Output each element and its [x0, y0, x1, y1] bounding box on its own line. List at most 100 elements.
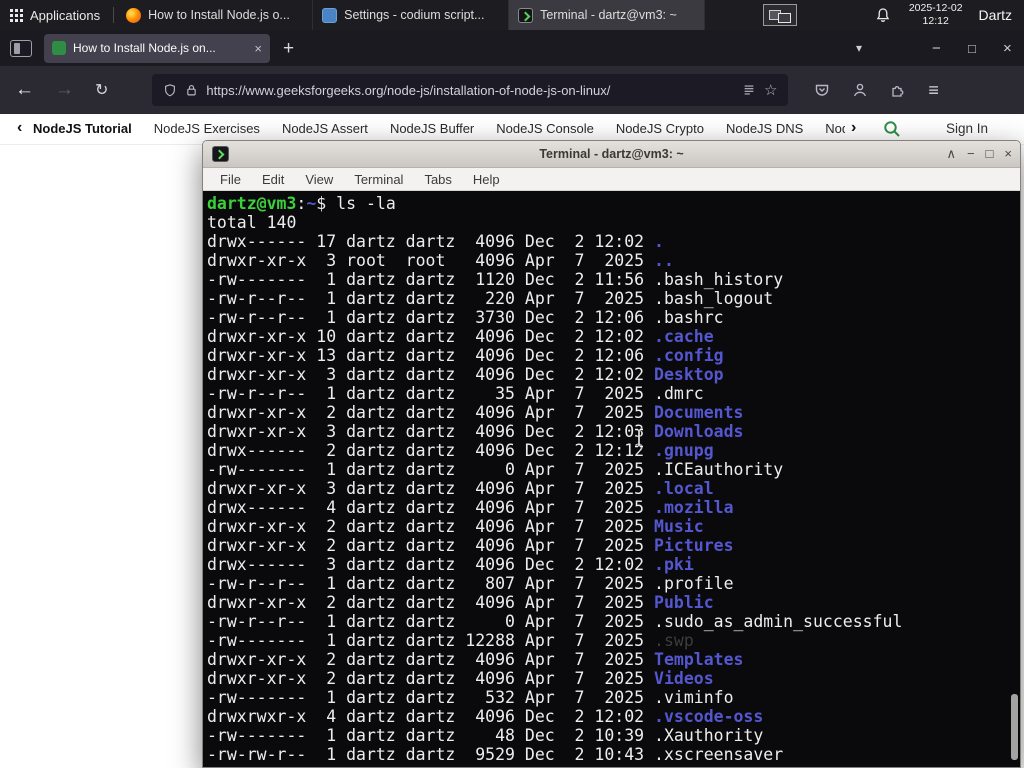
terminal-ls-line: -rw-r--r-- 1 dartz dartz 807 Apr 7 2025 … [207, 574, 734, 593]
terminal-ls-line: drwxr-xr-x 2 dartz dartz 4096 Apr 7 2025… [207, 536, 734, 555]
taskbar-button-settings[interactable]: Settings - codium script... [313, 0, 510, 30]
clock-date: 2025-12-02 [908, 1, 963, 14]
terminal-ls-line: -rw-r--r-- 1 dartz dartz 3730 Dec 2 12:0… [207, 308, 724, 327]
gfg-nav-link[interactable]: NodeJS Assert [282, 121, 368, 136]
sign-in-link[interactable]: Sign In [946, 121, 988, 136]
terminal-output: dartz@vm3:~$ ls -la total 140 drwx------ 1… [203, 191, 1020, 764]
terminal-total-line: total 140 [207, 213, 297, 232]
reload-button[interactable]: ↻ [95, 80, 108, 100]
terminal-ls-line: -rw-r--r-- 1 dartz dartz 220 Apr 7 2025 … [207, 289, 774, 308]
mouse-cursor [635, 428, 643, 448]
list-tabs-icon[interactable]: ▾ [856, 41, 862, 55]
tab-title: How to Install Node.js on... [73, 41, 216, 55]
terminal-menu-view[interactable]: View [305, 172, 333, 187]
tab-favicon-icon [52, 41, 66, 55]
terminal-ls-line: -rw------- 1 dartz dartz 12288 Apr 7 202… [207, 631, 694, 650]
terminal-title: Terminal - dartz@vm3: ~ [539, 147, 684, 161]
terminal-ls-line: drwxr-xr-x 2 dartz dartz 4096 Apr 7 2025… [207, 669, 714, 688]
terminal-shade-button[interactable]: ∧ [946, 145, 956, 163]
terminal-body[interactable]: dartz@vm3:~$ ls -la total 140 drwx------ 1… [203, 191, 1020, 767]
terminal-menu-file[interactable]: File [220, 172, 241, 187]
panel-clock[interactable]: 2025-12-02 12:12 [909, 2, 963, 28]
new-tab-button[interactable]: + [283, 39, 294, 58]
browser-close-button[interactable]: × [1003, 40, 1012, 57]
forward-button[interactable]: → [55, 79, 74, 101]
gfg-nav-link[interactable]: NodeJS Crypto [616, 121, 704, 136]
taskbar-button-firefox[interactable]: How to Install Node.js o... [117, 0, 314, 30]
applications-label: Applications [30, 7, 101, 23]
terminal-ls-line: drwxr-xr-x 10 dartz dartz 4096 Dec 2 12:… [207, 327, 714, 346]
lock-icon[interactable] [185, 83, 198, 97]
terminal-ls-line: drwxr-xr-x 2 dartz dartz 4096 Apr 7 2025… [207, 593, 714, 612]
firefox-view-icon[interactable] [10, 39, 32, 57]
browser-maximize-button[interactable]: □ [968, 41, 976, 56]
pocket-icon[interactable] [814, 82, 830, 98]
tracking-shield-icon[interactable] [163, 83, 177, 98]
terminal-menu-help[interactable]: Help [473, 172, 500, 187]
applications-grid-icon [10, 8, 23, 22]
terminal-menu-terminal[interactable]: Terminal [354, 172, 403, 187]
gfg-nav-links: NodeJS Tutorial NodeJS Exercises NodeJS As… [33, 121, 845, 136]
browser-tab-strip: How to Install Node.js on... × + ▾ − □ × [0, 30, 1024, 66]
panel-tasklist: How to Install Node.js o... Settings - co… [117, 0, 706, 30]
tab-close-icon[interactable]: × [254, 41, 262, 56]
back-button[interactable]: ← [15, 79, 34, 101]
browser-navigation-bar: ← → ↻ https://www.geeksforgeeks.org/node… [0, 66, 1024, 114]
terminal-ls-line: drwxr-xr-x 2 dartz dartz 4096 Apr 7 2025… [207, 403, 744, 422]
terminal-ls-line: -rw-r--r-- 1 dartz dartz 35 Apr 7 2025 .… [207, 384, 704, 403]
extensions-puzzle-icon[interactable] [890, 82, 906, 98]
account-icon[interactable] [852, 82, 868, 98]
terminal-close-button[interactable]: × [1004, 145, 1012, 163]
url-text[interactable]: https://www.geeksforgeeks.org/node-js/in… [206, 83, 734, 98]
terminal-ls-line: -rw------- 1 dartz dartz 48 Dec 2 10:39 … [207, 726, 764, 745]
workspace-cell[interactable] [762, 4, 797, 26]
terminal-ls-line: drwxr-xr-x 3 root root 4096 Apr 7 2025 .… [207, 251, 674, 270]
search-icon[interactable] [882, 119, 902, 139]
terminal-scrollbar[interactable] [1008, 191, 1020, 767]
terminal-ls-line: drwxr-xr-x 3 dartz dartz 4096 Dec 2 12:0… [207, 365, 724, 384]
terminal-ls-line: -rw-r--r-- 1 dartz dartz 0 Apr 7 2025 .s… [207, 612, 903, 631]
terminal-menu-tabs[interactable]: Tabs [424, 172, 451, 187]
top-panel: Applications How to Install Node.js o...… [0, 0, 1024, 30]
terminal-ls-line: drwxr-xr-x 2 dartz dartz 4096 Apr 7 2025… [207, 517, 704, 536]
clock-time: 12:12 [922, 15, 949, 27]
terminal-scrollbar-thumb[interactable] [1011, 694, 1018, 760]
workspace-mini-window [777, 13, 791, 23]
terminal-ls-line: drwxr-xr-x 3 dartz dartz 4096 Dec 2 12:0… [207, 422, 744, 441]
gfg-nav-link[interactable]: NodeJS Console [496, 121, 594, 136]
terminal-ls-line: drwxr-xr-x 3 dartz dartz 4096 Apr 7 2025… [207, 479, 714, 498]
toolbar-icons: ≡ [814, 81, 939, 99]
bookmark-star-icon[interactable]: ☆ [764, 81, 777, 99]
gfg-nav-link[interactable]: NodeJS Buffer [390, 121, 474, 136]
gfg-nav-link[interactable]: NodeJS Exercises [154, 121, 260, 136]
terminal-minimize-button[interactable]: − [967, 145, 975, 163]
firefox-icon [126, 7, 142, 23]
terminal-ls-line: -rw------- 1 dartz dartz 1120 Dec 2 11:5… [207, 270, 784, 289]
browser-tab[interactable]: How to Install Node.js on... × [44, 33, 270, 63]
terminal-window-buttons: ∧ − □ × [946, 145, 1012, 163]
terminal-icon [518, 7, 534, 23]
workspace-switcher[interactable] [762, 4, 797, 26]
terminal-window: Terminal - dartz@vm3: ~ ∧ − □ × File Edit… [202, 140, 1021, 768]
gfg-nav-link[interactable]: NodeJS Tutorial [33, 121, 132, 136]
taskbar-button-terminal[interactable]: Terminal - dartz@vm3: ~ [509, 0, 706, 30]
terminal-menu-edit[interactable]: Edit [262, 172, 284, 187]
gfg-nav-link[interactable]: NodeJS DNS [726, 121, 803, 136]
terminal-title-bar[interactable]: Terminal - dartz@vm3: ~ ∧ − □ × [203, 141, 1020, 168]
hamburger-menu-icon[interactable]: ≡ [928, 81, 939, 99]
url-bar[interactable]: https://www.geeksforgeeks.org/node-js/in… [152, 74, 789, 106]
terminal-ls-line: -rw------- 1 dartz dartz 532 Apr 7 2025 … [207, 688, 734, 707]
terminal-maximize-button[interactable]: □ [986, 145, 994, 163]
notification-area[interactable] [875, 7, 891, 24]
terminal-ls-line: drwxrwxr-x 4 dartz dartz 4096 Dec 2 12:0… [207, 707, 764, 726]
taskbar-button-label: Terminal - dartz@vm3: ~ [540, 8, 677, 22]
gfg-scroll-left-icon[interactable]: ‹ [17, 119, 22, 137]
applications-menu-button[interactable]: Applications [0, 0, 110, 30]
reader-mode-icon[interactable] [742, 83, 756, 97]
gfg-nav-link[interactable]: Node [825, 121, 845, 136]
terminal-ls-line: -rw-rw-r-- 1 dartz dartz 9529 Dec 2 10:4… [207, 745, 784, 764]
terminal-ls-line: drwxr-xr-x 13 dartz dartz 4096 Dec 2 12:… [207, 346, 724, 365]
terminal-ls-line: drwx------ 2 dartz dartz 4096 Dec 2 12:1… [207, 441, 714, 460]
gfg-scroll-right-icon[interactable]: › [851, 119, 856, 137]
browser-minimize-button[interactable]: − [932, 40, 941, 57]
